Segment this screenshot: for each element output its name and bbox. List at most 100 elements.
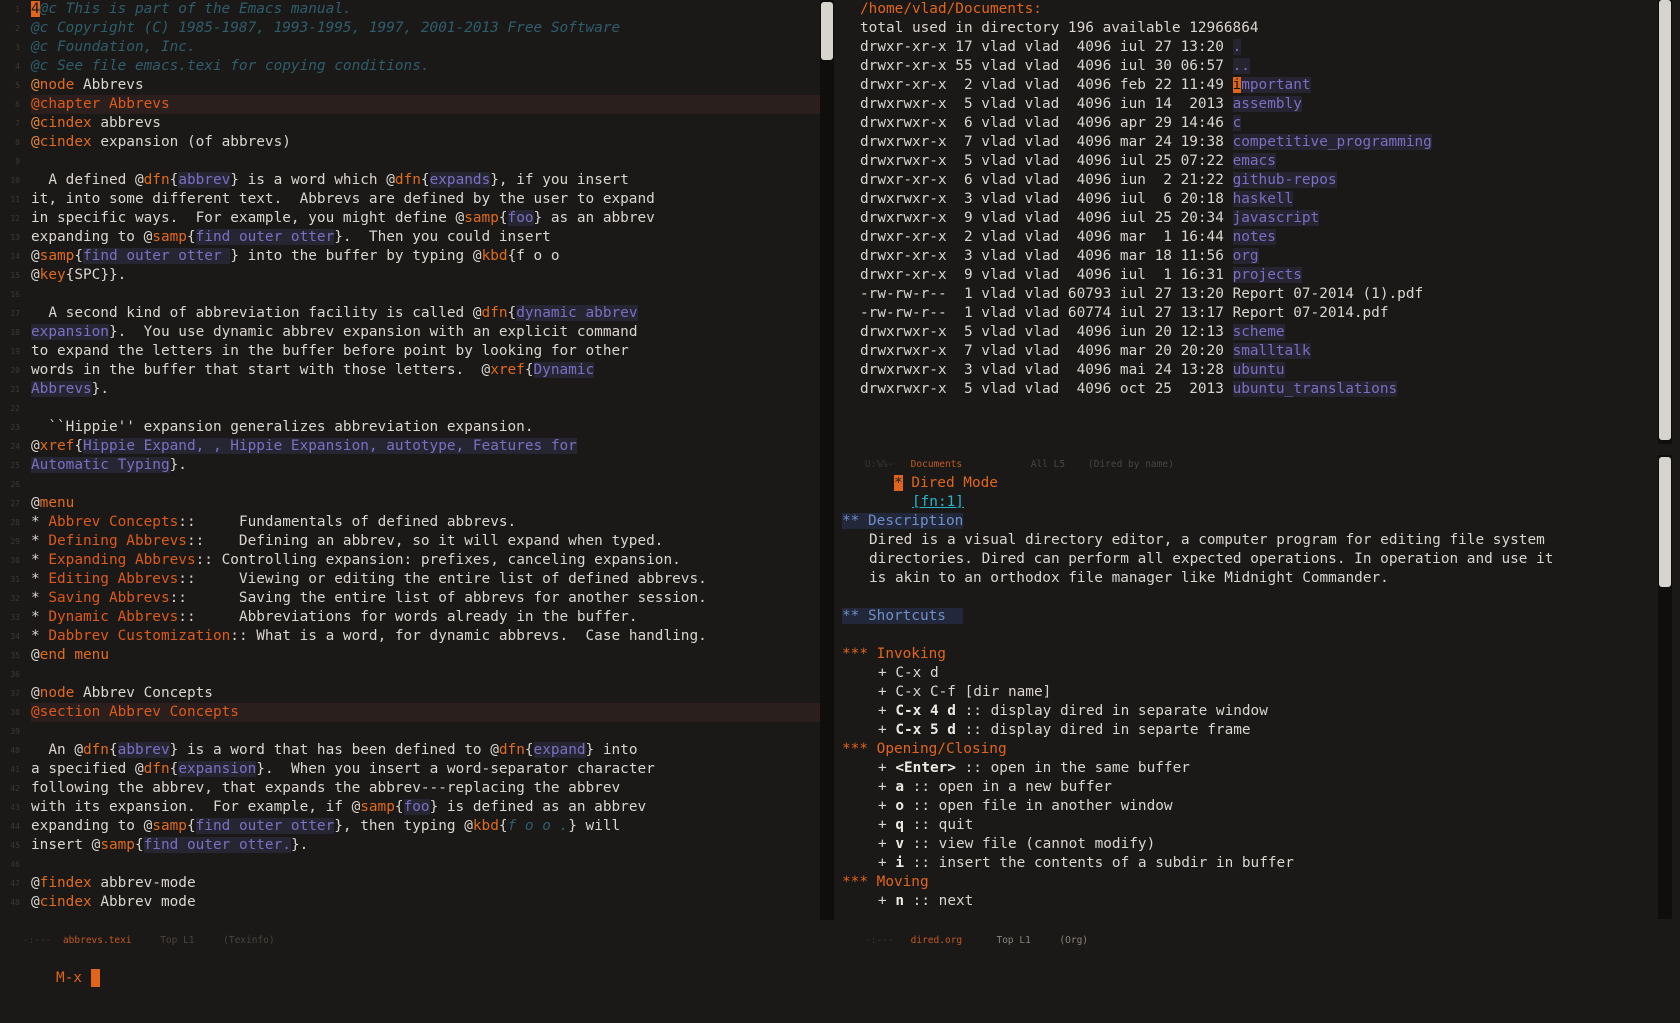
buffer-line[interactable]: @cindex expansion (of abbrevs): [31, 133, 820, 152]
buffer-line[interactable]: 4@c This is part of the Emacs manual.: [31, 0, 820, 19]
buffer-line[interactable]: expanding to @samp{find outer otter}. Th…: [31, 228, 820, 247]
dired-file-row[interactable]: drwxr-xr-x 3 vlad vlad 4096 mar 18 11:56…: [842, 247, 1656, 266]
buffer-line[interactable]: [31, 152, 820, 171]
dired-file-row[interactable]: drwxrwxr-x 3 vlad vlad 4096 iul 6 20:18 …: [842, 190, 1656, 209]
dired-file-row[interactable]: drwxr-xr-x 17 vlad vlad 4096 iul 27 13:2…: [842, 38, 1656, 57]
buffer-line[interactable]: a specified @dfn{expansion}. When you in…: [31, 760, 820, 779]
file-name[interactable]: projects: [1232, 267, 1302, 283]
buffer-line[interactable]: * Editing Abbrevs:: Viewing or editing t…: [31, 570, 820, 589]
buffer-line[interactable]: following the abbrev, that expands the a…: [31, 779, 820, 798]
left-scrollbar[interactable]: [820, 0, 834, 920]
buffer-line[interactable]: [31, 665, 820, 684]
buffer-line[interactable]: [31, 722, 820, 741]
buffer-line[interactable]: it, into some different text. Abbrevs ar…: [31, 190, 820, 209]
org-window[interactable]: * Dired Mode [fn:1] ** Description Dired…: [842, 455, 1656, 919]
buffer-line[interactable]: [31, 285, 820, 304]
buffer-line[interactable]: @c Foundation, Inc.: [31, 38, 820, 57]
file-name[interactable]: emacs: [1232, 153, 1276, 169]
dired-file-row[interactable]: -rw-rw-r-- 1 vlad vlad 60793 iul 27 13:2…: [842, 285, 1656, 304]
minibuffer[interactable]: M-x: [0, 933, 1680, 987]
buffer-line[interactable]: * Defining Abbrevs:: Defining an abbrev,…: [31, 532, 820, 551]
buffer-line[interactable]: [31, 399, 820, 418]
left-scrollbar-thumb[interactable]: [821, 2, 833, 60]
dired-file-row[interactable]: drwxr-xr-x 55 vlad vlad 4096 iul 30 06:5…: [842, 57, 1656, 76]
dired-file-list[interactable]: drwxr-xr-x 17 vlad vlad 4096 iul 27 13:2…: [842, 38, 1656, 399]
buffer-line[interactable]: insert @samp{find outer otter.}.: [31, 836, 820, 855]
file-name[interactable]: assembly: [1232, 96, 1302, 112]
buffer-line[interactable]: with its expansion. For example, if @sam…: [31, 798, 820, 817]
buffer-line[interactable]: * Saving Abbrevs:: Saving the entire lis…: [31, 589, 820, 608]
dired-scrollbar[interactable]: [1658, 0, 1672, 444]
dired-file-row[interactable]: drwxrwxr-x 5 vlad vlad 4096 iun 14 2013 …: [842, 95, 1656, 114]
file-name[interactable]: javascript: [1232, 210, 1320, 226]
file-name[interactable]: github-repos: [1232, 172, 1337, 188]
dired-file-row[interactable]: drwxrwxr-x 3 vlad vlad 4096 mai 24 13:28…: [842, 361, 1656, 380]
buffer-line[interactable]: expanding to @samp{find outer otter}, th…: [31, 817, 820, 836]
file-name[interactable]: notes: [1232, 229, 1276, 245]
org-shortcuts-heading[interactable]: ** Shortcuts: [842, 607, 1656, 626]
buffer-line[interactable]: @node Abbrevs: [31, 76, 820, 95]
org-opening-heading[interactable]: *** Opening/Closing: [842, 740, 1656, 759]
buffer-line[interactable]: * Abbrev Concepts:: Fundamentals of defi…: [31, 513, 820, 532]
buffer-line[interactable]: @cindex abbrevs: [31, 114, 820, 133]
org-scrollbar[interactable]: [1658, 455, 1672, 919]
texinfo-window[interactable]: 1 2 3 4 5 6 7 8 9 10 11 12 13 14 15 16 17 18 19 20 21 22 23 24 2…: [0, 0, 820, 920]
buffer-line[interactable]: * Dynamic Abbrevs:: Abbreviations for wo…: [31, 608, 820, 627]
buffer-line[interactable]: @findex abbrev-mode: [31, 874, 820, 893]
buffer-line[interactable]: A second kind of abbreviation facility i…: [31, 304, 820, 323]
buffer-line[interactable]: [31, 855, 820, 874]
dired-file-row[interactable]: drwxrwxr-x 6 vlad vlad 4096 apr 29 14:46…: [842, 114, 1656, 133]
file-name[interactable]: Report 07-2014.pdf: [1233, 305, 1389, 321]
dired-window[interactable]: /home/vlad/Documents: total used in dire…: [842, 0, 1656, 452]
buffer-line[interactable]: @chapter Abbrevs: [31, 95, 820, 114]
buffer-line[interactable]: Abbrevs}.: [31, 380, 820, 399]
minibuffer-line[interactable]: M-x: [0, 933, 1680, 987]
buffer-line[interactable]: * Dabbrev Customization:: What is a word…: [31, 627, 820, 646]
buffer-line[interactable]: @samp{find outer otter } into the buffer…: [31, 247, 820, 266]
texinfo-buffer-text[interactable]: 4@c This is part of the Emacs manual. @c …: [31, 0, 820, 912]
org-moving-heading[interactable]: *** Moving: [842, 873, 1656, 892]
buffer-line[interactable]: words in the buffer that start with thos…: [31, 361, 820, 380]
file-name[interactable]: important: [1232, 77, 1311, 93]
file-name[interactable]: scheme: [1232, 324, 1285, 340]
buffer-line[interactable]: expansion}. You use dynamic abbrev expan…: [31, 323, 820, 342]
dired-file-row[interactable]: drwxrwxr-x 7 vlad vlad 4096 mar 20 20:20…: [842, 342, 1656, 361]
dired-file-row[interactable]: drwxr-xr-x 2 vlad vlad 4096 mar 1 16:44 …: [842, 228, 1656, 247]
buffer-line[interactable]: @c See file emacs.texi for copying condi…: [31, 57, 820, 76]
buffer-line[interactable]: Automatic Typing}.: [31, 456, 820, 475]
file-name[interactable]: ubuntu: [1232, 362, 1285, 378]
org-scrollbar-thumb[interactable]: [1659, 457, 1671, 587]
buffer-line[interactable]: * Expanding Abbrevs:: Controlling expans…: [31, 551, 820, 570]
dired-file-row[interactable]: drwxr-xr-x 2 vlad vlad 4096 feb 22 11:49…: [842, 76, 1656, 95]
buffer-line[interactable]: @c Copyright (C) 1985-1987, 1993-1995, 1…: [31, 19, 820, 38]
buffer-line[interactable]: @end menu: [31, 646, 820, 665]
file-name[interactable]: c: [1232, 115, 1242, 131]
buffer-line[interactable]: @section Abbrev Concepts: [31, 703, 820, 722]
buffer-line[interactable]: @key{SPC}}.: [31, 266, 820, 285]
file-name[interactable]: ..: [1232, 58, 1250, 74]
buffer-line[interactable]: @menu: [31, 494, 820, 513]
org-invoking-heading[interactable]: *** Invoking: [842, 645, 1656, 664]
file-name[interactable]: .: [1232, 39, 1242, 55]
file-name[interactable]: haskell: [1232, 191, 1294, 207]
dired-file-row[interactable]: drwxrwxr-x 5 vlad vlad 4096 iun 20 12:13…: [842, 323, 1656, 342]
file-name[interactable]: org: [1232, 248, 1259, 264]
dired-file-row[interactable]: -rw-rw-r-- 1 vlad vlad 60774 iul 27 13:1…: [842, 304, 1656, 323]
dired-file-row[interactable]: drwxrwxr-x 7 vlad vlad 4096 mar 24 19:38…: [842, 133, 1656, 152]
org-description-heading[interactable]: ** Description: [842, 512, 1656, 531]
dired-file-row[interactable]: drwxrwxr-x 9 vlad vlad 4096 iul 25 20:34…: [842, 209, 1656, 228]
buffer-line[interactable]: An @dfn{abbrev} is a word that has been …: [31, 741, 820, 760]
buffer-line[interactable]: ``Hippie'' expansion generalizes abbrevi…: [31, 418, 820, 437]
dired-file-row[interactable]: drwxr-xr-x 9 vlad vlad 4096 iul 1 16:31 …: [842, 266, 1656, 285]
dired-file-row[interactable]: drwxrwxr-x 5 vlad vlad 4096 iul 25 07:22…: [842, 152, 1656, 171]
dired-scrollbar-thumb[interactable]: [1659, 0, 1671, 440]
footnote-link[interactable]: [fn:1]: [912, 494, 964, 510]
file-name[interactable]: competitive_programming: [1232, 134, 1432, 150]
buffer-line[interactable]: @cindex Abbrev mode: [31, 893, 820, 912]
dired-file-row[interactable]: drwxrwxr-x 5 vlad vlad 4096 oct 25 2013 …: [842, 380, 1656, 399]
buffer-line[interactable]: to expand the letters in the buffer befo…: [31, 342, 820, 361]
buffer-line[interactable]: A defined @dfn{abbrev} is a word which @…: [31, 171, 820, 190]
file-name[interactable]: ubuntu_translations: [1232, 381, 1398, 397]
buffer-line[interactable]: @node Abbrev Concepts: [31, 684, 820, 703]
file-name[interactable]: smalltalk: [1232, 343, 1311, 359]
